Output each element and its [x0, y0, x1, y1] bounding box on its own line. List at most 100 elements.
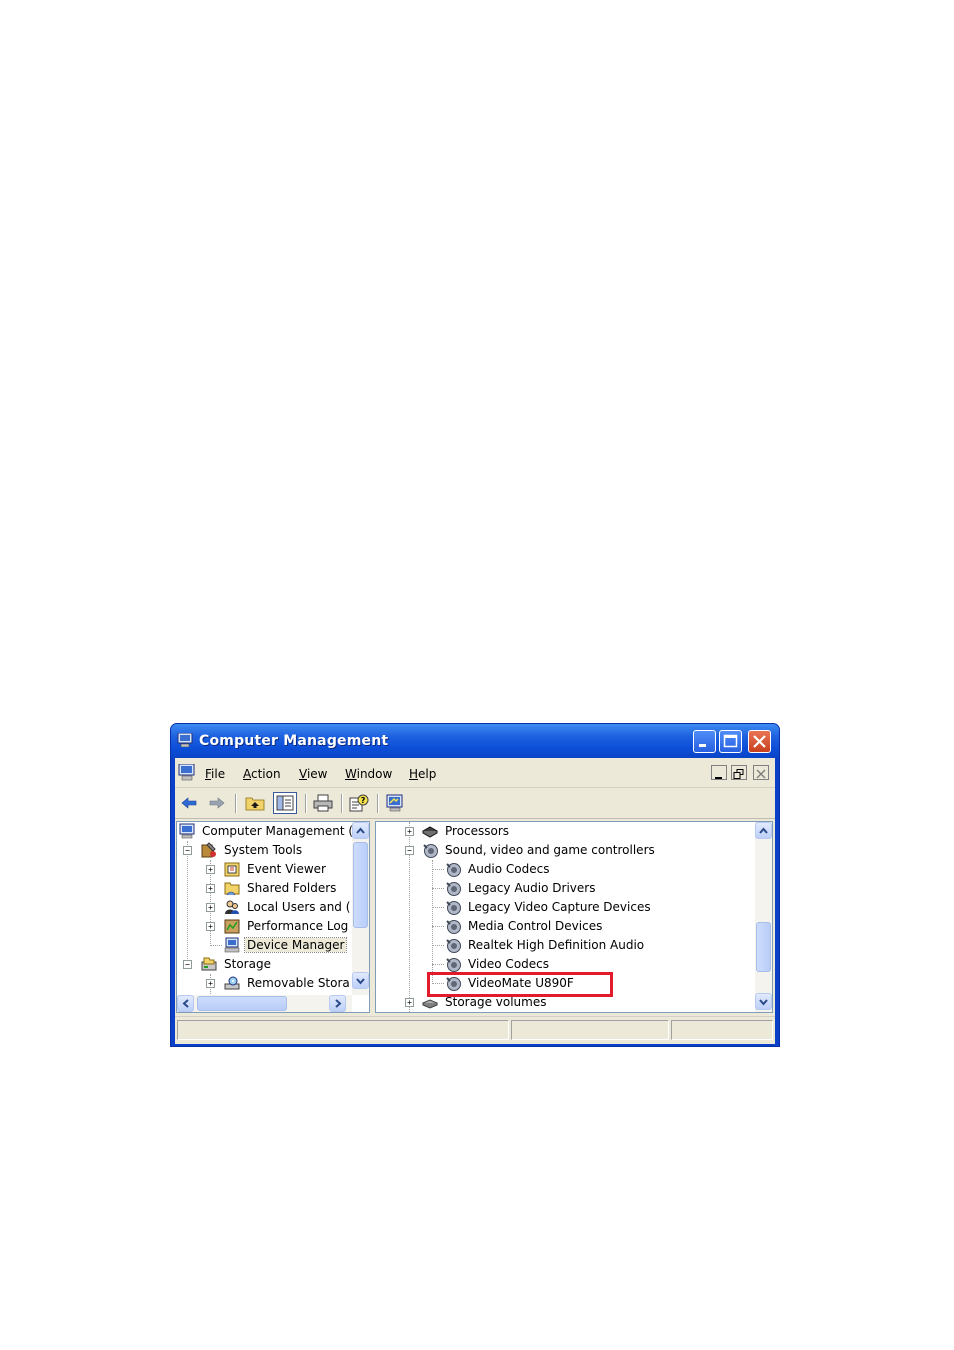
child-close-button[interactable] — [753, 765, 769, 780]
device-label: Storage volumes — [445, 995, 547, 1009]
mmc-app-icon[interactable] — [178, 764, 196, 781]
left-pane-vertical-scrollbar[interactable] — [352, 822, 369, 995]
status-panel — [671, 1020, 773, 1040]
collapse-toggle[interactable]: − — [405, 846, 414, 855]
shared-folder-icon — [224, 882, 240, 896]
device-label: Video Codecs — [468, 957, 550, 971]
forward-icon[interactable] — [207, 794, 227, 812]
scroll-up-button[interactable] — [352, 822, 369, 839]
tree-item-label: Device Manager — [243, 937, 348, 953]
expand-toggle[interactable]: + — [206, 884, 215, 893]
scroll-up-button[interactable] — [755, 822, 772, 839]
svg-text:?: ? — [361, 796, 366, 805]
scroll-thumb[interactable] — [353, 842, 368, 928]
menu-view[interactable]: View — [299, 767, 327, 781]
properties-icon[interactable] — [385, 794, 405, 812]
device-legacy-audio-drivers[interactable]: Legacy Audio Drivers — [376, 879, 754, 898]
tree-item-label: Performance Log — [247, 919, 349, 933]
tree-item-label: Event Viewer — [247, 862, 326, 876]
performance-logs-icon — [224, 919, 240, 934]
menu-action[interactable]: Action — [243, 767, 281, 781]
sound-device-icon — [446, 939, 461, 953]
scroll-thumb[interactable] — [756, 922, 771, 972]
tree-item-label: System Tools — [224, 843, 303, 857]
collapse-toggle[interactable]: − — [183, 960, 192, 969]
device-label: Media Control Devices — [468, 919, 603, 933]
computer-icon — [177, 733, 193, 747]
menu-help[interactable]: Help — [409, 767, 436, 781]
print-icon[interactable] — [313, 794, 333, 812]
tree-line — [432, 926, 444, 927]
tree-item-performance-logs[interactable]: + Performance Log — [177, 917, 353, 936]
tree-item-storage[interactable]: − Storage — [177, 955, 353, 974]
device-label: Processors — [445, 824, 510, 838]
tree-item-computer-management[interactable]: Computer Management ( — [177, 822, 353, 841]
tree-item-system-tools[interactable]: − System Tools — [177, 841, 353, 860]
expand-toggle[interactable]: + — [206, 865, 215, 874]
toolbar-separator — [305, 794, 307, 813]
back-icon[interactable] — [179, 794, 199, 812]
expand-toggle[interactable]: + — [206, 979, 215, 988]
scroll-down-button[interactable] — [755, 993, 772, 1010]
computer-icon — [179, 823, 195, 839]
device-realtek-hd-audio[interactable]: Realtek High Definition Audio — [376, 936, 754, 955]
tree-line — [432, 964, 444, 965]
status-panel — [511, 1020, 669, 1040]
sound-device-icon — [446, 901, 461, 915]
chevron-up-icon — [759, 827, 768, 834]
console-tree-pane[interactable]: Computer Management ( − System Tools + E… — [176, 821, 370, 1013]
expand-toggle[interactable]: + — [206, 903, 215, 912]
tree-item-removable-storage[interactable]: + Removable Stora — [177, 974, 353, 993]
maximize-icon — [723, 734, 738, 748]
tree-item-label: Storage — [224, 957, 271, 971]
close-icon — [753, 735, 766, 748]
scroll-left-button[interactable] — [177, 995, 194, 1012]
device-label: Legacy Audio Drivers — [468, 881, 596, 895]
chevron-left-icon — [182, 999, 189, 1008]
device-list-pane[interactable]: + Processors − Sound, video and game con… — [375, 821, 773, 1013]
scroll-down-button[interactable] — [352, 972, 369, 989]
tree-item-label: Shared Folders — [247, 881, 337, 895]
device-legacy-video-capture[interactable]: Legacy Video Capture Devices — [376, 898, 754, 917]
window-body: File Action View Window Help ? Computer … — [175, 758, 775, 1044]
chevron-right-icon — [335, 999, 342, 1008]
child-minimize-button[interactable] — [711, 765, 727, 780]
menu-file[interactable]: File — [205, 767, 225, 781]
help-icon[interactable]: ? — [349, 794, 369, 812]
menu-window[interactable]: Window — [345, 767, 392, 781]
right-pane-vertical-scrollbar[interactable] — [755, 822, 772, 1012]
minimize-button[interactable] — [693, 730, 716, 753]
scroll-thumb[interactable] — [197, 996, 287, 1011]
title-bar[interactable]: Computer Management — [171, 724, 779, 758]
device-category-processors[interactable]: + Processors — [376, 822, 754, 841]
computer-management-window: Computer Management File Action View Win… — [170, 723, 780, 1047]
device-audio-codecs[interactable]: Audio Codecs — [376, 860, 754, 879]
device-media-control[interactable]: Media Control Devices — [376, 917, 754, 936]
show-hide-tree-icon[interactable] — [273, 792, 297, 814]
expand-toggle[interactable]: + — [405, 998, 414, 1007]
tree-line — [432, 945, 444, 946]
up-folder-icon[interactable] — [245, 794, 265, 812]
device-category-sound-video[interactable]: − Sound, video and game controllers — [376, 841, 754, 860]
window-title: Computer Management — [199, 733, 389, 749]
removable-storage-icon — [224, 976, 240, 990]
scroll-right-button[interactable] — [329, 995, 346, 1012]
close-icon — [756, 769, 766, 779]
tree-item-device-manager[interactable]: Device Manager — [177, 936, 353, 955]
tree-line — [432, 888, 444, 889]
device-label: Sound, video and game controllers — [445, 843, 655, 857]
tree-item-local-users[interactable]: + Local Users and ( — [177, 898, 353, 917]
status-panel — [177, 1020, 509, 1040]
chevron-down-icon — [759, 999, 768, 1006]
left-pane-horizontal-scrollbar[interactable] — [177, 995, 352, 1012]
maximize-button[interactable] — [719, 730, 742, 753]
expand-toggle[interactable]: + — [206, 922, 215, 931]
tree-item-event-viewer[interactable]: + Event Viewer — [177, 860, 353, 879]
expand-toggle[interactable]: + — [405, 827, 414, 836]
tree-item-shared-folders[interactable]: + Shared Folders — [177, 879, 353, 898]
tree-item-label: Computer Management ( — [202, 824, 354, 838]
close-button[interactable] — [748, 730, 771, 753]
collapse-toggle[interactable]: − — [183, 846, 192, 855]
chevron-up-icon — [356, 827, 365, 834]
child-restore-button[interactable] — [731, 765, 747, 780]
